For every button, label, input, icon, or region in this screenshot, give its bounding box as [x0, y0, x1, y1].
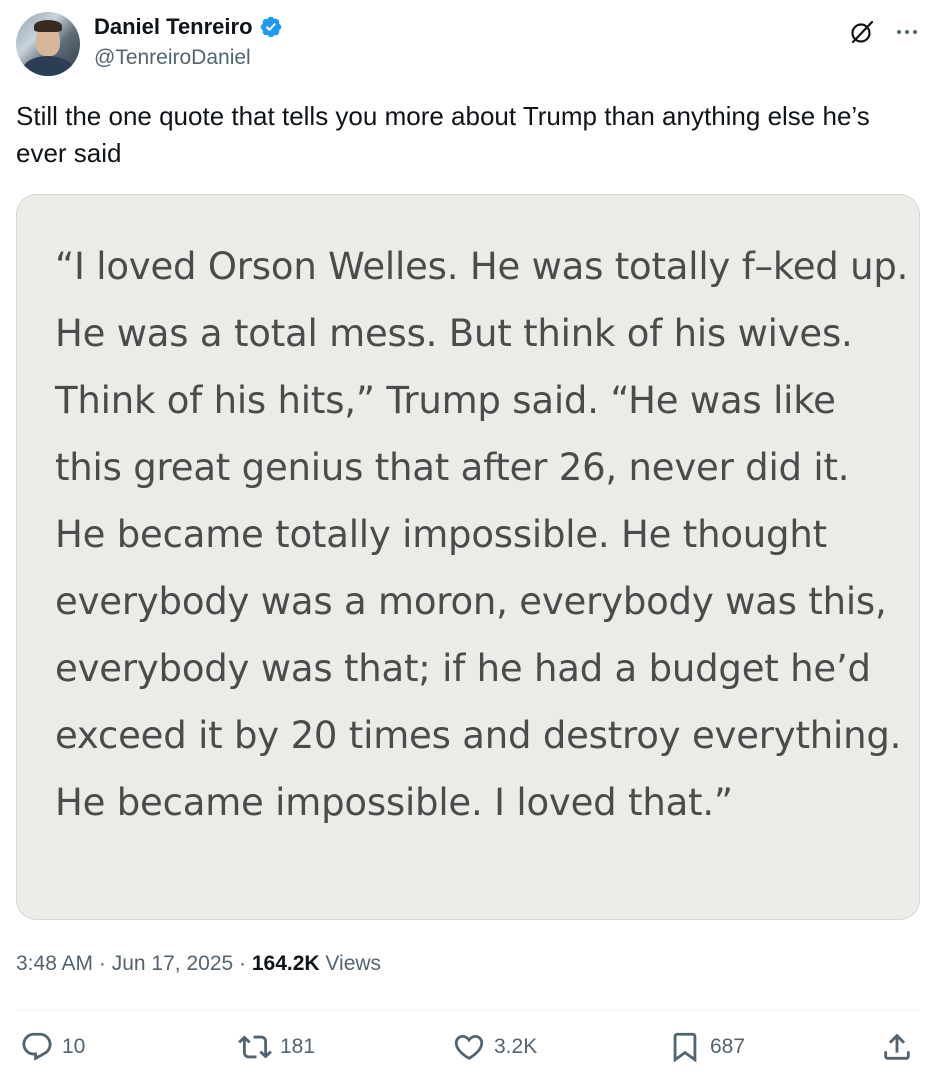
repost-icon [238, 1035, 272, 1059]
share-button[interactable] [880, 1030, 914, 1064]
action-bar: 10 181 3.2K 687 [16, 1030, 920, 1068]
bookmark-count: 687 [710, 1035, 746, 1058]
verified-badge-icon [260, 16, 281, 38]
views-label: Views [319, 952, 382, 975]
author-handle[interactable]: @TenreiroDaniel [94, 46, 283, 70]
share-icon [884, 1033, 910, 1060]
quote-image[interactable]: “I loved Orson Welles. He was totally f–… [16, 194, 920, 920]
tweet-header: Daniel Tenreiro @TenreiroDaniel [16, 12, 920, 78]
like-count: 3.2K [494, 1035, 538, 1058]
repost-button[interactable]: 181 [238, 1030, 315, 1064]
meta-separator: · [233, 952, 252, 975]
reply-icon [22, 1032, 52, 1061]
author-info: Daniel Tenreiro @TenreiroDaniel [94, 12, 283, 70]
grok-icon[interactable] [848, 18, 876, 46]
more-icon[interactable] [894, 19, 920, 45]
reply-button[interactable]: 10 [20, 1030, 85, 1064]
divider [16, 1010, 920, 1011]
tweet-text: Still the one quote that tells you more … [16, 101, 870, 168]
meta-separator: · [93, 952, 112, 975]
heart-icon [454, 1034, 484, 1060]
repost-count: 181 [280, 1035, 316, 1058]
header-actions [848, 18, 920, 46]
avatar[interactable] [16, 12, 80, 76]
like-button[interactable]: 3.2K [452, 1030, 537, 1064]
tweet-metadata: 3:48 AM · Jun 17, 2025 · 164.2K Views [16, 952, 381, 976]
author-display-name[interactable]: Daniel Tenreiro [94, 14, 253, 40]
bookmark-icon [673, 1032, 697, 1063]
tweet-date[interactable]: Jun 17, 2025 [112, 952, 233, 975]
bookmark-button[interactable]: 687 [668, 1030, 745, 1064]
reply-count: 10 [62, 1035, 86, 1058]
quote-image-text: “I loved Orson Welles. He was totally f–… [55, 245, 909, 824]
tweet-time[interactable]: 3:48 AM [16, 952, 93, 975]
views-count: 164.2K [251, 952, 320, 975]
